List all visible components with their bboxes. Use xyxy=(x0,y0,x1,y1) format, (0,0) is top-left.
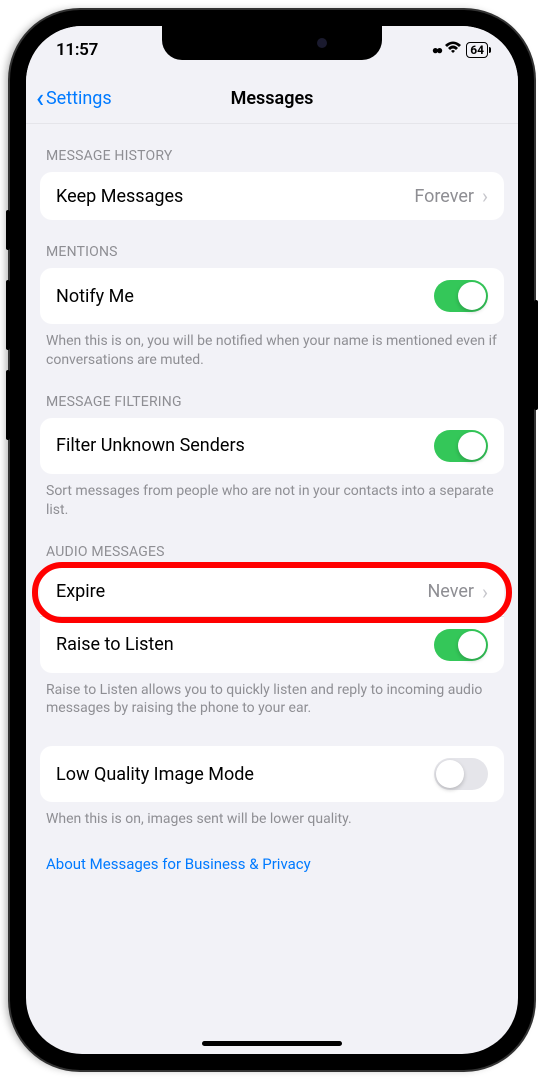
group-low-quality: Low Quality Image Mode xyxy=(40,746,504,802)
volume-up-button xyxy=(6,280,10,350)
group-filtering: Filter Unknown Senders xyxy=(40,418,504,474)
cell-expire[interactable]: Expire Never › xyxy=(40,568,504,617)
group-audio: Expire Never › Raise to Listen xyxy=(40,568,504,673)
toggle-low-quality[interactable] xyxy=(434,758,488,790)
status-indicators: ●● 64 xyxy=(432,41,488,59)
back-button[interactable]: ‹ Settings xyxy=(36,86,112,112)
cell-label: Notify Me xyxy=(56,286,134,307)
phone-frame: 11:57 ●● 64 ‹ Settings Messages MESSAGE … xyxy=(10,10,534,1070)
cell-trailing: Never › xyxy=(427,580,488,604)
cell-notify-me[interactable]: Notify Me xyxy=(40,268,504,324)
group-history: Keep Messages Forever › xyxy=(40,172,504,220)
wifi-icon xyxy=(444,41,462,59)
toggle-knob xyxy=(458,282,486,310)
toggle-knob xyxy=(458,631,486,659)
toggle-notify-me[interactable] xyxy=(434,280,488,312)
cell-filter-unknown[interactable]: Filter Unknown Senders xyxy=(40,418,504,474)
group-mentions: Notify Me xyxy=(40,268,504,324)
section-header-filtering: MESSAGE FILTERING xyxy=(26,370,518,418)
mute-switch xyxy=(6,210,10,250)
cell-label: Low Quality Image Mode xyxy=(56,764,254,785)
chevron-left-icon: ‹ xyxy=(36,86,44,112)
footer-audio: Raise to Listen allows you to quickly li… xyxy=(26,673,518,719)
screen: 11:57 ●● 64 ‹ Settings Messages MESSAGE … xyxy=(26,26,518,1054)
page-title: Messages xyxy=(231,88,314,109)
chevron-right-icon: › xyxy=(482,184,488,208)
cell-label: Expire xyxy=(56,581,105,602)
volume-down-button xyxy=(6,370,10,440)
about-link[interactable]: About Messages for Business & Privacy xyxy=(26,829,518,899)
battery-indicator: 64 xyxy=(466,42,488,58)
nav-bar: ‹ Settings Messages xyxy=(26,74,518,124)
section-header-audio: AUDIO MESSAGES xyxy=(26,520,518,568)
cell-raise-to-listen[interactable]: Raise to Listen xyxy=(40,617,504,673)
back-label: Settings xyxy=(46,88,112,109)
home-indicator[interactable] xyxy=(202,1041,342,1046)
cell-label: Filter Unknown Senders xyxy=(56,435,245,456)
footer-low-quality: When this is on, images sent will be low… xyxy=(26,802,518,829)
cell-value: Never xyxy=(427,581,474,602)
section-header-history: MESSAGE HISTORY xyxy=(26,124,518,172)
status-time: 11:57 xyxy=(56,40,98,60)
cell-trailing: Forever › xyxy=(414,184,488,208)
section-header-mentions: MENTIONS xyxy=(26,220,518,268)
cell-label: Raise to Listen xyxy=(56,634,174,655)
cell-keep-messages[interactable]: Keep Messages Forever › xyxy=(40,172,504,220)
toggle-filter-unknown[interactable] xyxy=(434,430,488,462)
cellular-signal-icon: ●● xyxy=(432,43,441,57)
toggle-raise-to-listen[interactable] xyxy=(434,629,488,661)
chevron-right-icon: › xyxy=(482,580,488,604)
cell-value: Forever xyxy=(414,186,474,207)
toggle-knob xyxy=(458,432,486,460)
cell-label: Keep Messages xyxy=(56,186,183,207)
cell-low-quality[interactable]: Low Quality Image Mode xyxy=(40,746,504,802)
toggle-knob xyxy=(436,760,464,788)
power-button xyxy=(534,300,538,410)
settings-content[interactable]: MESSAGE HISTORY Keep Messages Forever › … xyxy=(26,124,518,1034)
footer-filtering: Sort messages from people who are not in… xyxy=(26,474,518,520)
footer-mentions: When this is on, you will be notified wh… xyxy=(26,324,518,370)
notch xyxy=(162,26,382,60)
